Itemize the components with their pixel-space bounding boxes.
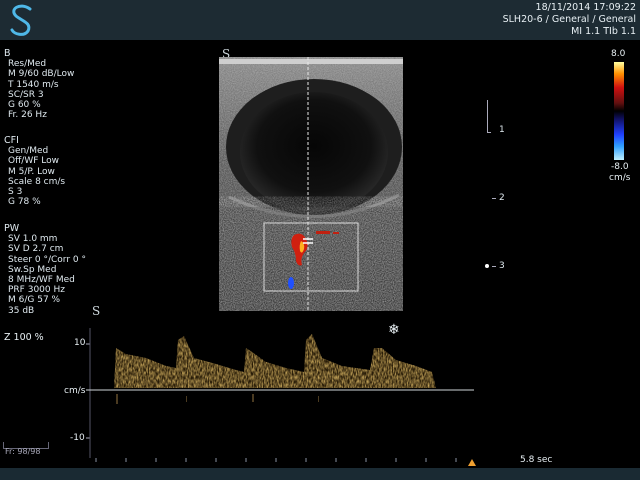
cfi-param: Scale 8 cm/s bbox=[8, 176, 66, 187]
pw-param: SV 1.0 mm bbox=[8, 234, 58, 245]
doppler-orientation-icon: S bbox=[92, 304, 101, 318]
doppler-spectrum[interactable] bbox=[86, 328, 486, 468]
ultrasound-image-canvas bbox=[219, 57, 403, 311]
sweep-duration: 5.8 sec bbox=[520, 455, 553, 465]
pw-param: PRF 3000 Hz bbox=[8, 285, 65, 296]
mechanical-thermal-index: MI 1.1 TIb 1.1 bbox=[571, 26, 636, 37]
b-mode-title: B bbox=[4, 48, 11, 59]
velocity-axis-top: 10 bbox=[74, 338, 86, 348]
pw-param: M 6/G 57 % bbox=[8, 295, 61, 306]
colorbar-min: -8.0 bbox=[611, 162, 629, 172]
pw-param: Sw.Sp Med bbox=[8, 264, 57, 275]
b-param: T 1540 m/s bbox=[8, 79, 59, 90]
time-marker-icon bbox=[468, 459, 476, 466]
depth-label: 1 bbox=[499, 125, 505, 135]
depth-tick bbox=[487, 132, 491, 133]
zoom-level: Z 100 % bbox=[4, 332, 44, 343]
cfi-params: CFI Gen/Med Off/WF Low M 5/P. Low Scale … bbox=[4, 135, 66, 208]
datetime: 18/11/2014 17:09:22 bbox=[535, 2, 636, 13]
pw-param: 35 dB bbox=[8, 305, 35, 316]
b-mode-params: B Res/Med M 9/60 dB/Low T 1540 m/s SC/SR… bbox=[4, 48, 75, 121]
pw-title: PW bbox=[4, 223, 20, 234]
frame-counter: Fr: 98/98 bbox=[5, 447, 41, 456]
velocity-colorbar bbox=[614, 62, 624, 160]
preset-label: SLH20-6 / General / General bbox=[502, 14, 636, 25]
cfi-param: M 5/P. Low bbox=[8, 166, 55, 177]
b-param: Fr. 26 Hz bbox=[8, 110, 47, 121]
b-param: G 60 % bbox=[8, 100, 41, 111]
depth-label: 2 bbox=[499, 193, 505, 203]
pw-param: SV D 2.7 cm bbox=[8, 244, 64, 255]
bottom-status-strip bbox=[0, 468, 640, 480]
depth-tick bbox=[492, 198, 496, 199]
velocity-axis-unit: cm/s bbox=[64, 386, 86, 396]
pw-param: Steer 0 °/Corr 0 ° bbox=[8, 254, 86, 265]
cfi-param: Gen/Med bbox=[8, 146, 49, 157]
brand-logo-icon bbox=[10, 4, 32, 36]
cfi-param: Off/WF Low bbox=[8, 156, 59, 167]
b-param: M 9/60 dB/Low bbox=[8, 69, 75, 80]
depth-label: 3 bbox=[499, 261, 505, 271]
velocity-axis-bottom: -10 bbox=[70, 433, 85, 443]
b-param: Res/Med bbox=[8, 59, 47, 70]
pw-param: 8 MHz/WF Med bbox=[8, 275, 75, 286]
b-mode-image[interactable] bbox=[219, 57, 403, 311]
cfi-title: CFI bbox=[4, 135, 19, 146]
top-bar: 18/11/2014 17:09:22 SLH20-6 / General / … bbox=[0, 0, 640, 40]
cfi-param: G 78 % bbox=[8, 197, 41, 208]
b-param: SC/SR 3 bbox=[8, 89, 44, 100]
pw-params: PW SV 1.0 mm SV D 2.7 cm Steer 0 °/Corr … bbox=[4, 223, 86, 316]
depth-scale-bar bbox=[487, 100, 488, 133]
colorbar-max: 8.0 bbox=[611, 49, 626, 59]
focus-marker-icon bbox=[485, 264, 489, 268]
colorbar-unit: cm/s bbox=[609, 173, 631, 183]
depth-tick bbox=[492, 266, 496, 267]
cfi-param: S 3 bbox=[8, 187, 23, 198]
